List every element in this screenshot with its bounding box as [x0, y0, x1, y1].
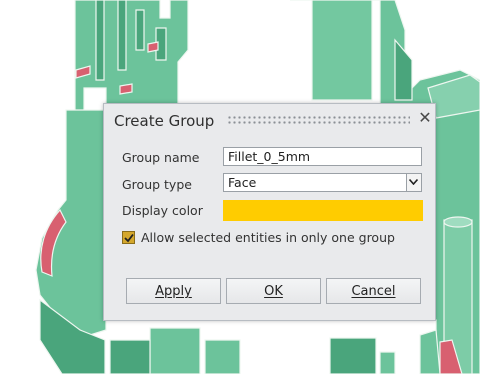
cancel-button[interactable]: Cancel — [326, 278, 421, 304]
close-icon[interactable]: ✕ — [417, 109, 433, 127]
chevron-down-icon[interactable] — [406, 174, 421, 191]
allow-one-group-label[interactable]: Allow selected entities in only one grou… — [141, 230, 395, 245]
group-name-label: Group name — [122, 150, 200, 165]
checkmark-icon — [124, 233, 134, 243]
display-color-swatch[interactable] — [223, 200, 423, 221]
ok-button[interactable]: OK — [226, 278, 321, 304]
allow-one-group-checkbox[interactable] — [122, 231, 135, 244]
group-type-label: Group type — [122, 177, 192, 192]
display-color-label: Display color — [122, 203, 203, 218]
apply-button[interactable]: Apply — [126, 278, 221, 304]
create-group-dialog: Create Group ✕ Group name Group type Fac… — [103, 103, 436, 321]
group-name-input[interactable] — [223, 147, 422, 166]
group-type-value: Face — [228, 175, 257, 190]
dialog-title[interactable]: Create Group — [114, 112, 214, 130]
drag-grip-icon[interactable] — [227, 115, 410, 125]
group-type-select[interactable]: Face — [223, 173, 422, 192]
